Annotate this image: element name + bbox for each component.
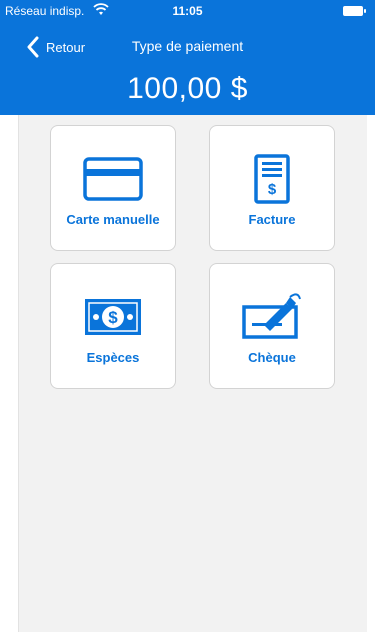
option-label-cash: Espèces bbox=[86, 350, 140, 365]
cash-icon: $ bbox=[83, 292, 143, 342]
svg-text:$: $ bbox=[268, 181, 277, 198]
option-label-cheque: Chèque bbox=[248, 350, 296, 365]
option-invoice[interactable]: $ Facture bbox=[209, 125, 335, 251]
svg-text:$: $ bbox=[108, 308, 118, 327]
option-card-manual[interactable]: Carte manuelle bbox=[50, 125, 176, 251]
amount-display: 100,00 $ bbox=[127, 72, 248, 105]
page-title: Type de paiement bbox=[131, 38, 244, 54]
header-bar: Réseau indisp. 11:05 Retour Type de paie… bbox=[0, 0, 375, 115]
screen: Réseau indisp. 11:05 Retour Type de paie… bbox=[0, 0, 375, 632]
credit-card-icon bbox=[83, 154, 143, 204]
option-cheque[interactable]: Chèque bbox=[209, 263, 335, 389]
invoice-icon: $ bbox=[254, 154, 290, 204]
right-panel-edge bbox=[367, 115, 375, 632]
option-cash[interactable]: $ Espèces bbox=[50, 263, 176, 389]
status-bar: Réseau indisp. 11:05 bbox=[0, 0, 375, 20]
option-label-invoice: Facture bbox=[248, 212, 296, 227]
cheque-icon bbox=[242, 292, 302, 342]
left-panel-edge bbox=[0, 115, 19, 632]
option-label-manual-card: Carte manuelle bbox=[66, 212, 160, 227]
battery-icon bbox=[343, 6, 366, 16]
clock-label: 11:05 bbox=[172, 4, 203, 18]
